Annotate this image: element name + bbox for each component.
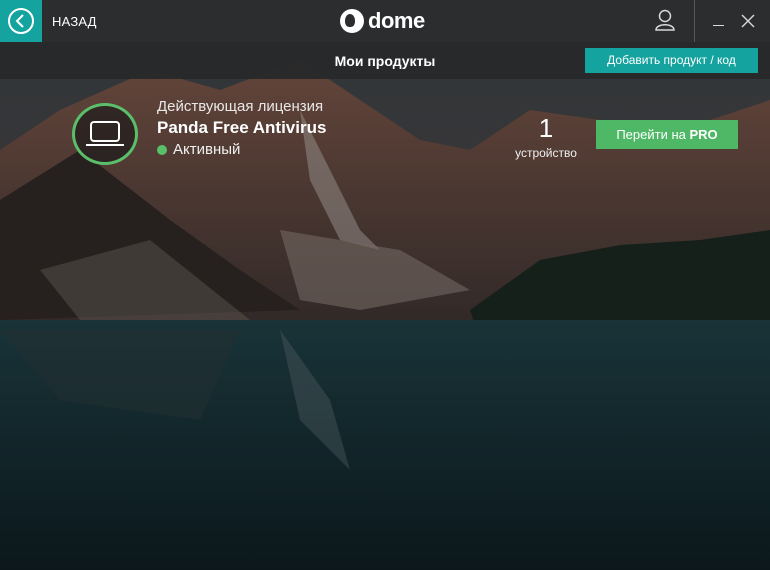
laptop-icon xyxy=(86,121,124,146)
minimize-button[interactable] xyxy=(710,12,728,30)
background-landscape xyxy=(0,0,770,570)
device-count: 1 xyxy=(538,113,554,143)
product-device-badge xyxy=(72,103,138,165)
minimize-icon xyxy=(713,25,724,26)
add-product-button[interactable]: Добавить продукт / код xyxy=(585,48,758,73)
upgrade-to-pro-button[interactable]: Перейти на PRO xyxy=(596,120,738,149)
product-name: Panda Free Antivirus xyxy=(157,118,327,137)
logo-text: dome xyxy=(368,8,425,33)
upgrade-prefix: Перейти на xyxy=(616,127,690,142)
status-dot xyxy=(157,144,167,155)
device-count-label: устройство xyxy=(515,146,577,160)
titlebar-separator xyxy=(694,0,695,42)
back-label[interactable]: НАЗАД xyxy=(52,14,97,29)
user-account-button[interactable] xyxy=(645,0,685,42)
product-status: Активный xyxy=(157,141,240,158)
close-button[interactable] xyxy=(739,12,757,30)
title-bar: НАЗАД dome xyxy=(0,0,770,42)
status-text: Активный xyxy=(173,141,241,158)
dome-logo: dome xyxy=(340,8,425,34)
back-arrow-icon xyxy=(15,14,24,28)
license-label: Действующая лицензия xyxy=(157,98,324,115)
upgrade-emphasis: PRO xyxy=(689,127,718,142)
panda-logo-icon xyxy=(340,9,364,33)
user-icon xyxy=(655,9,675,31)
close-icon xyxy=(741,14,755,28)
back-button[interactable] xyxy=(0,0,42,42)
